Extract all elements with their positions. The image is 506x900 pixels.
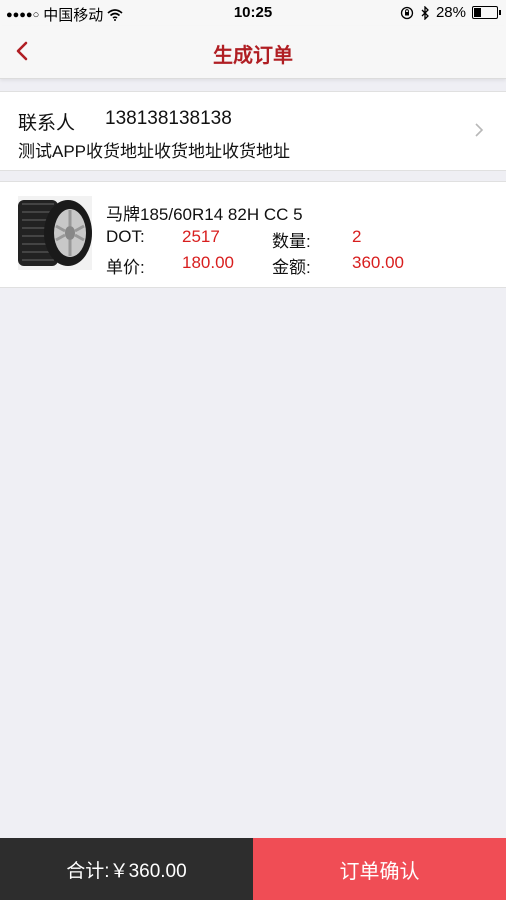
chevron-right-icon	[475, 123, 484, 137]
bottom-bar: 合计:￥360.00 订单确认	[0, 838, 506, 900]
battery-icon	[472, 6, 501, 19]
amount-label: 金额:	[272, 258, 311, 277]
quantity-label: 数量:	[272, 232, 311, 251]
contact-info-line: 联系人 138138138138	[18, 108, 232, 135]
quantity-value: 2	[352, 227, 362, 246]
orientation-lock-icon	[400, 6, 414, 19]
page-title: 生成订单	[213, 45, 293, 67]
contact-label: 联系人	[18, 113, 76, 134]
navigation-bar: 生成订单	[0, 26, 506, 79]
contact-address-card[interactable]: 联系人 138138138138 测试APP收货地址收货地址收货地址	[0, 91, 506, 171]
unit-price-label: 单价:	[106, 258, 145, 277]
amount-value: 360.00	[352, 253, 404, 272]
status-bar: ●●●●○ 中国移动 10:25 28%	[0, 0, 506, 26]
bluetooth-icon	[421, 5, 429, 20]
battery-percent: 28%	[435, 4, 466, 21]
dot-value: 2517	[182, 227, 220, 246]
order-total: 合计:￥360.00	[0, 838, 253, 900]
unit-price-value: 180.00	[182, 253, 234, 272]
confirm-order-button[interactable]: 订单确认	[253, 838, 506, 900]
product-item: 马牌185/60R14 82H CC 5 DOT: 2517 数量: 2 单价:…	[0, 181, 506, 288]
shipping-address: 测试APP收货地址收货地址收货地址	[18, 142, 291, 161]
status-right: 28%	[400, 4, 501, 21]
dot-label: DOT:	[106, 227, 145, 246]
product-name: 马牌185/60R14 82H CC 5	[106, 205, 303, 224]
contact-phone: 138138138138	[105, 108, 232, 129]
tire-image	[18, 196, 92, 270]
